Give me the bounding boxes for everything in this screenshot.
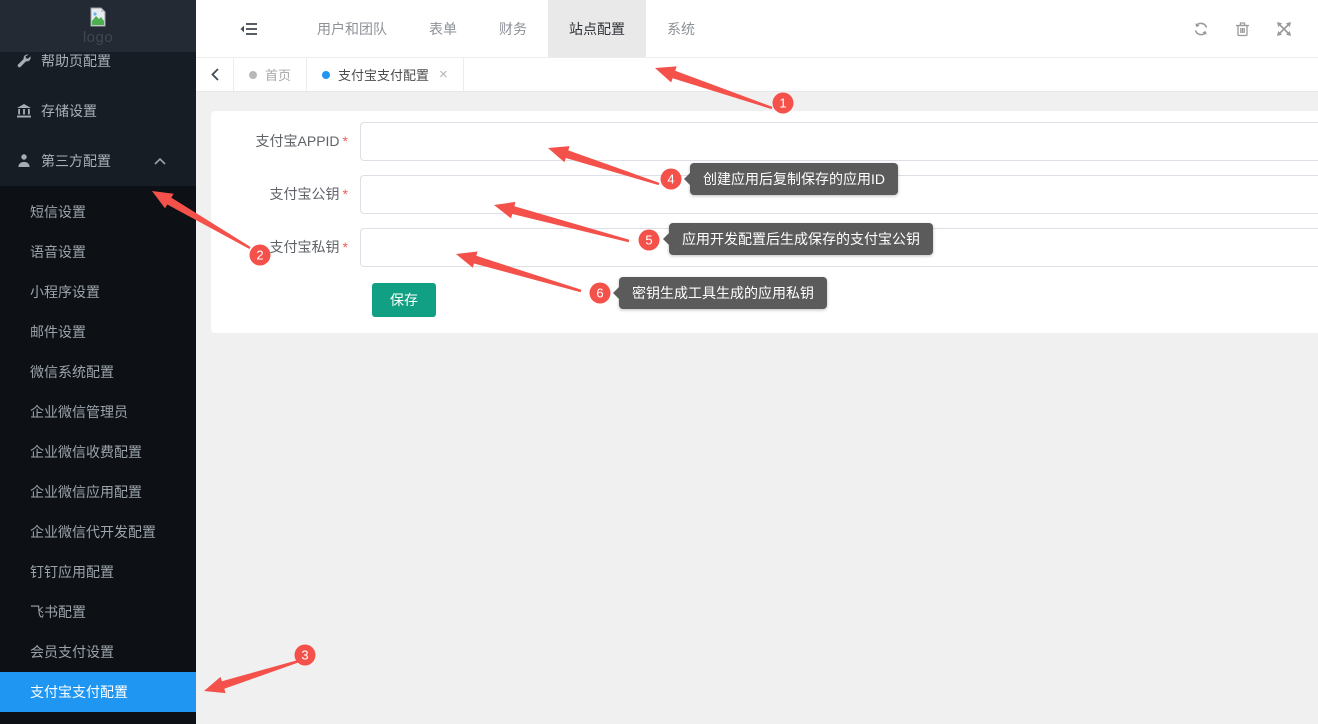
tab-bar: 首页 支付宝支付配置 ×	[196, 58, 1318, 92]
required-asterisk: *	[343, 133, 348, 149]
field-label: 支付宝公钥*	[211, 175, 360, 214]
topnav-item-4[interactable]: 站点配置	[548, 0, 646, 57]
topnav-item-3[interactable]: 财务	[478, 0, 548, 57]
field-label: 支付宝APPID*	[211, 122, 360, 161]
sidebar-subitem-11[interactable]: 飞书配置	[0, 592, 196, 632]
sidebar-item-label: 帮助页配置	[41, 51, 111, 71]
sidebar: logo 帮助页配置 存储设置 第三方配置 短信设置语音设置小程序设置邮件设置微…	[0, 0, 196, 724]
tab-2[interactable]: 支付宝支付配置 ×	[307, 58, 464, 91]
tab-close-icon[interactable]: ×	[439, 67, 448, 82]
top-nav-actions	[1193, 21, 1292, 37]
form-row: 支付宝公钥*	[211, 175, 1318, 214]
sidebar-subitem-7[interactable]: 企业微信收费配置	[0, 432, 196, 472]
refresh-icon[interactable]	[1193, 21, 1209, 37]
user-icon	[15, 153, 33, 169]
sidebar-subitem-12[interactable]: 会员支付设置	[0, 632, 196, 672]
tab-label: 支付宝支付配置	[338, 65, 429, 84]
fullscreen-icon[interactable]	[1276, 21, 1292, 37]
tab-dot-icon	[249, 71, 257, 79]
alipay-config-card: 支付宝APPID* 支付宝公钥* 支付宝私钥* 保存	[211, 111, 1318, 333]
tab-1[interactable]: 首页	[234, 58, 307, 91]
tab-label: 首页	[265, 65, 291, 84]
sidebar-subitem-4[interactable]: 邮件设置	[0, 312, 196, 352]
menu-fold-icon[interactable]	[240, 21, 258, 37]
field-label: 支付宝私钥*	[211, 228, 360, 267]
main-area: 用户和团队表单财务站点配置系统	[196, 0, 1318, 724]
wrench-icon	[15, 53, 33, 69]
sidebar-submenu: 短信设置语音设置小程序设置邮件设置微信系统配置企业微信管理员企业微信收费配置企业…	[0, 186, 196, 724]
sidebar-subitem-10[interactable]: 钉钉应用配置	[0, 552, 196, 592]
sidebar-subitem-6[interactable]: 企业微信管理员	[0, 392, 196, 432]
alipay-private-key-input[interactable]	[360, 228, 1318, 267]
broken-image-logo-icon	[87, 6, 109, 28]
top-nav: 用户和团队表单财务站点配置系统	[196, 0, 1318, 58]
sidebar-menu: 帮助页配置 存储设置 第三方配置 短信设置语音设置小程序设置邮件设置微信系统配置…	[0, 36, 196, 724]
sidebar-subitem-8[interactable]: 企业微信应用配置	[0, 472, 196, 512]
alipay-appid-input[interactable]	[360, 122, 1318, 161]
sidebar-item-storage-settings[interactable]: 存储设置	[0, 86, 196, 136]
topnav-item-5[interactable]: 系统	[646, 0, 716, 57]
chevron-up-icon	[154, 158, 166, 165]
alipay-public-key-input[interactable]	[360, 175, 1318, 214]
save-button[interactable]: 保存	[372, 283, 436, 317]
alipay-config-form: 支付宝APPID* 支付宝公钥* 支付宝私钥* 保存	[211, 111, 1318, 317]
trash-icon[interactable]	[1235, 21, 1250, 37]
content-area: 支付宝APPID* 支付宝公钥* 支付宝私钥* 保存	[196, 92, 1318, 724]
sidebar-item-label: 存储设置	[41, 101, 97, 121]
sidebar-logo: logo	[0, 0, 196, 52]
logo-text: logo	[83, 29, 113, 46]
tabs: 首页 支付宝支付配置 ×	[234, 58, 464, 91]
required-asterisk: *	[343, 239, 348, 255]
bank-icon	[15, 103, 33, 119]
sidebar-subitem-5[interactable]: 微信系统配置	[0, 352, 196, 392]
top-nav-items: 用户和团队表单财务站点配置系统	[296, 0, 716, 57]
sidebar-subitem-1[interactable]: 短信设置	[0, 192, 196, 232]
tab-dot-icon	[322, 71, 330, 79]
sidebar-item-third-party-config[interactable]: 第三方配置	[0, 136, 196, 186]
sidebar-item-label: 第三方配置	[41, 151, 111, 171]
sidebar-subitem-13[interactable]: 支付宝支付配置	[0, 672, 196, 712]
topnav-item-1[interactable]: 用户和团队	[296, 0, 408, 57]
form-row: 支付宝APPID*	[211, 122, 1318, 161]
form-row: 支付宝私钥*	[211, 228, 1318, 267]
topnav-item-2[interactable]: 表单	[408, 0, 478, 57]
sidebar-subitem-9[interactable]: 企业微信代开发配置	[0, 512, 196, 552]
sidebar-subitem-3[interactable]: 小程序设置	[0, 272, 196, 312]
tabs-back-chevron-icon[interactable]	[196, 58, 234, 91]
sidebar-subitem-2[interactable]: 语音设置	[0, 232, 196, 272]
required-asterisk: *	[343, 186, 348, 202]
